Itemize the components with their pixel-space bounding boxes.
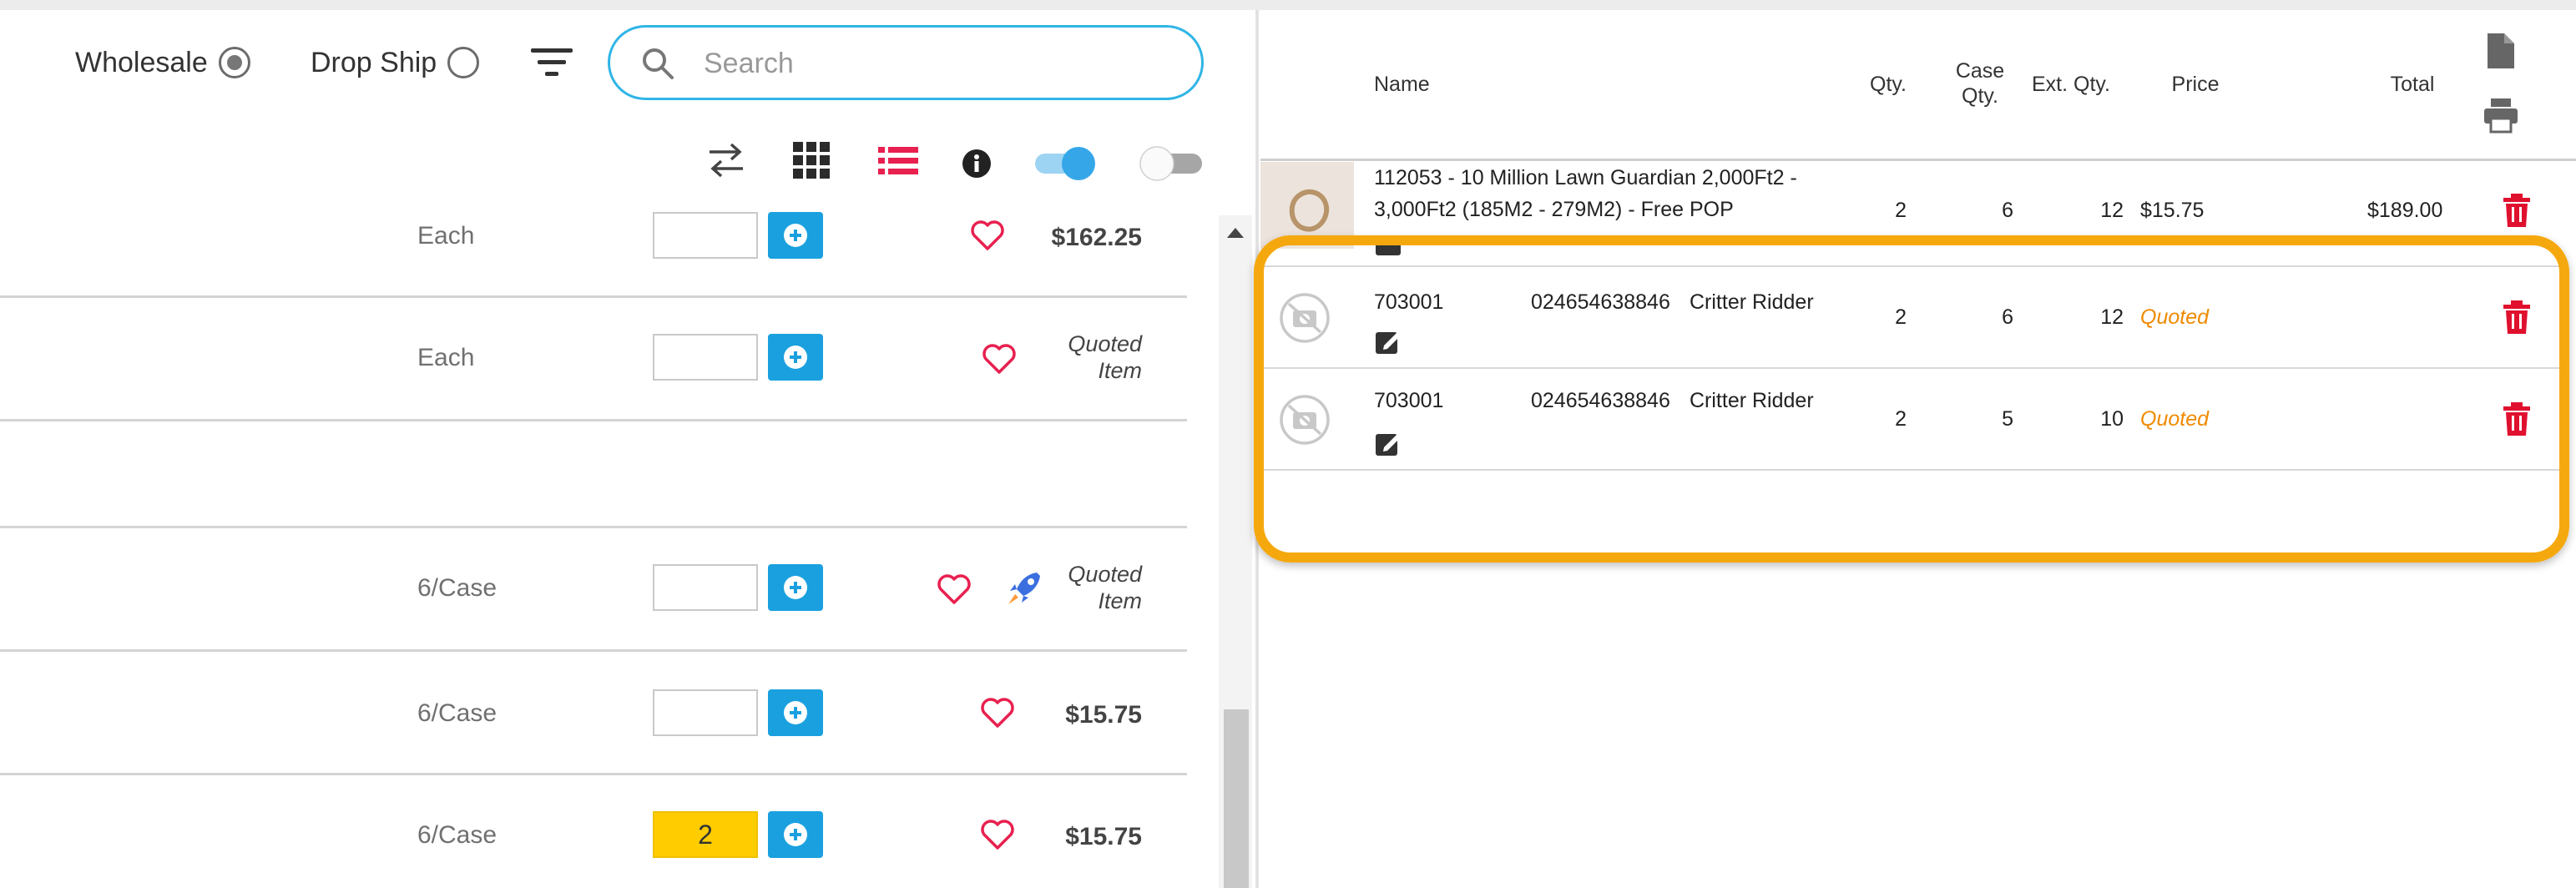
cart-header-divider	[1260, 159, 2576, 161]
cart-header-total: Total	[2390, 73, 2435, 96]
grid-view-icon[interactable]	[793, 142, 830, 179]
add-to-cart-button[interactable]	[768, 811, 823, 858]
favorite-heart-icon[interactable]	[937, 573, 972, 606]
product-row: Each $162.25	[0, 212, 1187, 295]
toggle-off-icon[interactable]	[1135, 144, 1205, 184]
price-label: $162.25	[1051, 224, 1142, 251]
cart-header-price: Price	[2171, 73, 2220, 96]
cart-header-case-qty: Case Qty.	[1955, 59, 2005, 108]
print-icon[interactable]	[2483, 97, 2519, 134]
cart-item-case-qty: 6	[2002, 199, 2013, 222]
cart-item-total: $189.00	[2367, 199, 2443, 222]
unit-label: 6/Case	[417, 574, 498, 602]
unit-label: 6/Case	[417, 821, 498, 849]
cart-header-ext-qty: Ext. Qty.	[2032, 73, 2110, 96]
add-to-cart-button[interactable]	[768, 212, 823, 259]
dropship-label: Drop Ship	[311, 47, 437, 78]
product-row: 6/Case 2 $15.75	[0, 811, 1187, 888]
product-row-empty	[0, 421, 1187, 527]
product-row: 6/Case $15.75	[0, 689, 1187, 773]
price-label: $15.75	[1065, 701, 1142, 729]
wholesale-label: Wholesale	[75, 47, 208, 78]
search-box[interactable]	[608, 25, 1204, 100]
unit-label: Each	[417, 344, 475, 371]
dropship-radio[interactable]	[447, 47, 479, 78]
cart-header-name: Name	[1374, 73, 1430, 96]
quoted-item-label: Quoted Item	[1068, 331, 1142, 383]
highlight-annotation-box	[1254, 235, 2569, 563]
search-input[interactable]	[702, 43, 1173, 84]
swap-icon[interactable]	[706, 142, 746, 179]
product-row: 6/Case Quoted Item	[0, 562, 1187, 648]
scroll-up-arrow-icon[interactable]	[1225, 225, 1245, 240]
cart-item-name: 112053 - 10 Million Lawn Guardian 2,000F…	[1374, 166, 1797, 221]
list-view-icon[interactable]	[878, 147, 918, 175]
export-file-icon[interactable]	[2486, 32, 2516, 70]
product-list-panel: Wholesale Drop Ship Search Each $162.25 …	[0, 0, 1257, 888]
filter-icon[interactable]	[531, 48, 573, 77]
row-divider	[0, 649, 1187, 652]
quantity-input[interactable]: 2	[653, 811, 758, 858]
cart-item-price: $15.75	[2140, 199, 2205, 222]
scrollbar-thumb[interactable]	[1224, 709, 1249, 888]
add-to-cart-button[interactable]	[768, 689, 823, 736]
quantity-input[interactable]	[653, 689, 758, 736]
product-row: Each Quoted Item	[0, 331, 1187, 417]
row-divider	[0, 295, 1187, 298]
cart-header-qty: Qty.	[1870, 73, 1907, 96]
quantity-input[interactable]	[653, 564, 758, 611]
add-to-cart-button[interactable]	[768, 334, 823, 381]
search-icon	[643, 48, 674, 79]
toggle-on-icon[interactable]	[1032, 144, 1099, 184]
delete-trash-icon[interactable]	[2503, 194, 2531, 227]
row-divider	[0, 773, 1187, 775]
info-icon[interactable]	[962, 149, 992, 179]
wholesale-radio[interactable]	[219, 47, 250, 78]
unit-label: 6/Case	[417, 699, 498, 727]
quoted-item-label: Quoted Item	[1068, 562, 1142, 613]
add-to-cart-button[interactable]	[768, 564, 823, 611]
price-label: $15.75	[1065, 823, 1142, 850]
quantity-input[interactable]	[653, 334, 758, 381]
cart-item-qty: 2	[1895, 199, 1907, 222]
quantity-input[interactable]	[653, 212, 758, 259]
cart-item-ext-qty: 12	[2100, 199, 2124, 222]
row-divider	[0, 526, 1187, 528]
unit-label: Each	[417, 222, 475, 250]
